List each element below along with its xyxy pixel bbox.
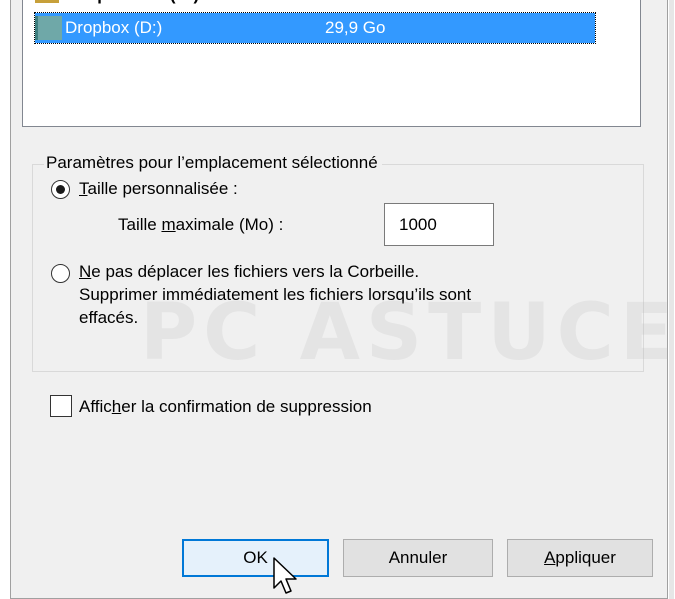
drive-size: 476 Go [325,0,382,10]
drive-name: Disque local (C:) [65,0,199,10]
confirm-delete-checkbox[interactable] [50,395,72,417]
list-item-selected[interactable]: Dropbox (D:) 29,9 Go [34,12,596,44]
list-item[interactable]: Disque local (C:) 476 Go [35,0,595,10]
drive-icon [35,0,59,3]
drive-name: Dropbox (D:) [65,18,163,37]
max-size-input[interactable]: 1000 [384,203,494,246]
max-size-label-start: Taille [118,215,162,234]
apply-button[interactable]: Appliquer [507,539,653,577]
access-key: h [111,397,122,416]
access-key: A [544,548,556,567]
no-recycle-label-line1[interactable]: Ne pas déplacer les fichiers vers la Cor… [79,261,419,283]
access-key: T [79,179,88,198]
custom-size-label-text: aille personnalisée : [87,179,238,198]
mouse-pointer-icon [273,557,297,594]
drive-size: 29,9 Go [325,18,386,37]
confirm-delete-label[interactable]: Afficher la confirmation de suppression [79,396,372,418]
custom-size-radio[interactable] [51,180,70,199]
ok-button[interactable]: OK [182,539,329,577]
confirm-delete-label-start: Affic [79,397,112,416]
apply-button-label: ppliquer [555,548,616,567]
access-key: m [161,215,176,234]
confirm-delete-label-end: er la confirmation de suppression [121,397,372,416]
settings-group-title: Paramètres pour l’emplacement sélectionn… [44,151,382,175]
no-recycle-label-line2: Supprimer immédiatement les fichiers lor… [79,285,472,304]
custom-size-label[interactable]: Taille personnalisée : [79,178,238,200]
max-size-label-end: aximale (Mo) : [175,215,284,234]
no-recycle-radio[interactable] [51,264,70,283]
drive-list[interactable]: Disque local (C:) 476 Go Dropbox (D:) 29… [22,0,641,127]
dropbox-drive-icon [35,16,62,40]
max-size-label: Taille maximale (Mo) : [118,214,283,236]
no-recycle-label-line3: effacés. [79,308,139,327]
no-recycle-label-text: e pas déplacer les fichiers vers la Corb… [91,262,420,281]
cancel-button[interactable]: Annuler [343,539,493,577]
access-key: N [79,262,92,281]
